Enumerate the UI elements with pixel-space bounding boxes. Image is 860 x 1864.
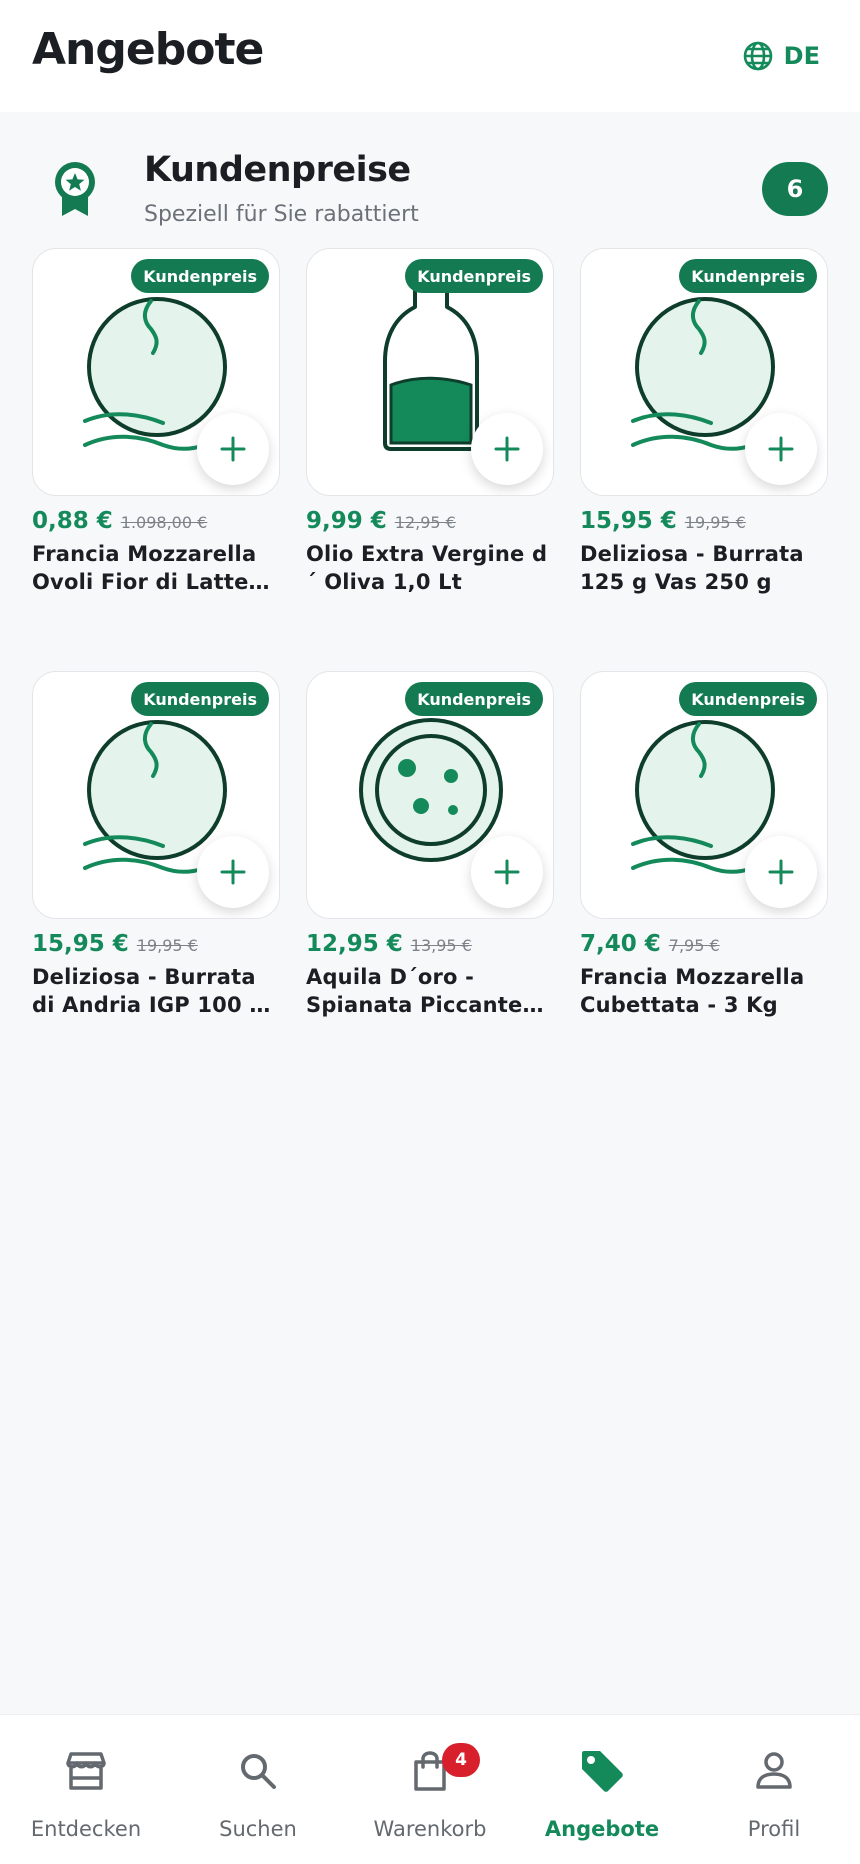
- plus-icon: [494, 436, 520, 462]
- product-card[interactable]: Kundenpreis 0,88 € 1.098,00 € Francia Mo…: [32, 248, 280, 596]
- price-row: 15,95 € 19,95 €: [32, 931, 280, 957]
- plus-icon: [220, 436, 246, 462]
- old-price: 1.098,00 €: [120, 513, 208, 532]
- product-name[interactable]: Aquila D´oro - Spianata Piccante 1…: [306, 963, 554, 1019]
- offer-count-badge: 6: [762, 162, 828, 216]
- nav-label: Angebote: [544, 1817, 660, 1841]
- product-card[interactable]: Kundenpreis 9,99 € 12,95 € Olio Extra Ve…: [306, 248, 554, 596]
- current-price: 15,95 €: [32, 931, 129, 957]
- nav-label: Warenkorb: [373, 1817, 487, 1841]
- product-name[interactable]: Francia Mozzarella Cubettata - 3 Kg: [580, 963, 828, 1019]
- add-to-cart-button[interactable]: [745, 413, 817, 485]
- product-name[interactable]: Francia Mozzarella Ovoli Fior di Latte 1…: [32, 540, 280, 596]
- section-subtitle: Speziell für Sie rabattiert: [144, 202, 419, 227]
- price-row: 12,95 € 13,95 €: [306, 931, 554, 957]
- search-icon: [241, 1754, 276, 1789]
- product-card[interactable]: Kundenpreis 15,95 € 19,95 € Deliziosa - …: [580, 248, 828, 596]
- person-icon: [756, 1752, 792, 1789]
- nav-item-profil[interactable]: Profil: [688, 1715, 860, 1864]
- price-row: 0,88 € 1.098,00 €: [32, 508, 280, 534]
- old-price: 19,95 €: [684, 513, 746, 532]
- product-card[interactable]: Kundenpreis 12,95 € 13,95 € Aquila D´oro…: [306, 671, 554, 1019]
- price-row: 7,40 € 7,95 €: [580, 931, 828, 957]
- plus-icon: [768, 436, 794, 462]
- add-to-cart-button[interactable]: [197, 413, 269, 485]
- nav-item-entdecken[interactable]: Entdecken: [0, 1715, 172, 1864]
- tag-icon: [582, 1751, 623, 1792]
- add-to-cart-button[interactable]: [197, 836, 269, 908]
- product-image-frame[interactable]: Kundenpreis: [306, 671, 554, 919]
- current-price: 7,40 €: [580, 931, 661, 957]
- customer-price-tag: Kundenpreis: [131, 259, 269, 293]
- old-price: 19,95 €: [136, 936, 198, 955]
- top-app-bar: Angebote DE: [0, 0, 860, 112]
- price-row: 15,95 € 19,95 €: [580, 508, 828, 534]
- award-icon: [55, 162, 95, 216]
- product-name[interactable]: Olio Extra Vergine d´ Oliva 1,0 Lt: [306, 540, 554, 596]
- section-title: Kundenpreise: [144, 150, 411, 190]
- add-to-cart-button[interactable]: [745, 836, 817, 908]
- add-to-cart-button[interactable]: [471, 836, 543, 908]
- add-to-cart-button[interactable]: [471, 413, 543, 485]
- nav-label: Entdecken: [30, 1817, 142, 1841]
- current-price: 12,95 €: [306, 931, 403, 957]
- language-switcher[interactable]: DE: [742, 36, 820, 76]
- customer-price-tag: Kundenpreis: [679, 682, 817, 716]
- current-price: 0,88 €: [32, 508, 113, 534]
- customer-price-tag: Kundenpreis: [405, 259, 543, 293]
- nav-item-suchen[interactable]: Suchen: [172, 1715, 344, 1864]
- section-header: Kundenpreise Speziell für Sie rabattiert…: [0, 140, 860, 240]
- globe-icon: [743, 41, 772, 71]
- product-image-frame[interactable]: Kundenpreis: [580, 248, 828, 496]
- price-row: 9,99 € 12,95 €: [306, 508, 554, 534]
- old-price: 13,95 €: [410, 936, 472, 955]
- current-price: 15,95 €: [580, 508, 677, 534]
- product-image-frame[interactable]: Kundenpreis: [306, 248, 554, 496]
- product-card[interactable]: Kundenpreis 7,40 € 7,95 € Francia Mozzar…: [580, 671, 828, 1019]
- page-title: Angebote: [32, 24, 264, 75]
- product-name[interactable]: Deliziosa - Burrata 125 g Vas 250 g: [580, 540, 828, 596]
- nav-label: Suchen: [219, 1817, 297, 1841]
- product-image-frame[interactable]: Kundenpreis: [580, 671, 828, 919]
- nav-item-warenkorb[interactable]: 4 Warenkorb: [344, 1715, 516, 1864]
- old-price: 12,95 €: [394, 513, 456, 532]
- current-price: 9,99 €: [306, 508, 387, 534]
- plus-icon: [220, 859, 246, 885]
- nav-label: Profil: [747, 1817, 801, 1841]
- product-image-frame[interactable]: Kundenpreis: [32, 671, 280, 919]
- customer-price-tag: Kundenpreis: [131, 682, 269, 716]
- nav-item-angebote[interactable]: Angebote: [516, 1715, 688, 1864]
- plus-icon: [494, 859, 520, 885]
- product-name[interactable]: Deliziosa - Burrata di Andria IGP 100 g …: [32, 963, 280, 1019]
- plus-icon: [768, 859, 794, 885]
- bottom-navigation: Entdecken Suchen 4 Warenkorb Angebote Pr…: [0, 1714, 860, 1864]
- language-code: DE: [783, 42, 820, 70]
- old-price: 7,95 €: [668, 936, 720, 955]
- cart-count-badge: 4: [442, 1743, 480, 1777]
- customer-price-tag: Kundenpreis: [405, 682, 543, 716]
- product-card[interactable]: Kundenpreis 15,95 € 19,95 € Deliziosa - …: [32, 671, 280, 1019]
- product-image-frame[interactable]: Kundenpreis: [32, 248, 280, 496]
- customer-price-tag: Kundenpreis: [679, 259, 817, 293]
- store-icon: [66, 1752, 106, 1790]
